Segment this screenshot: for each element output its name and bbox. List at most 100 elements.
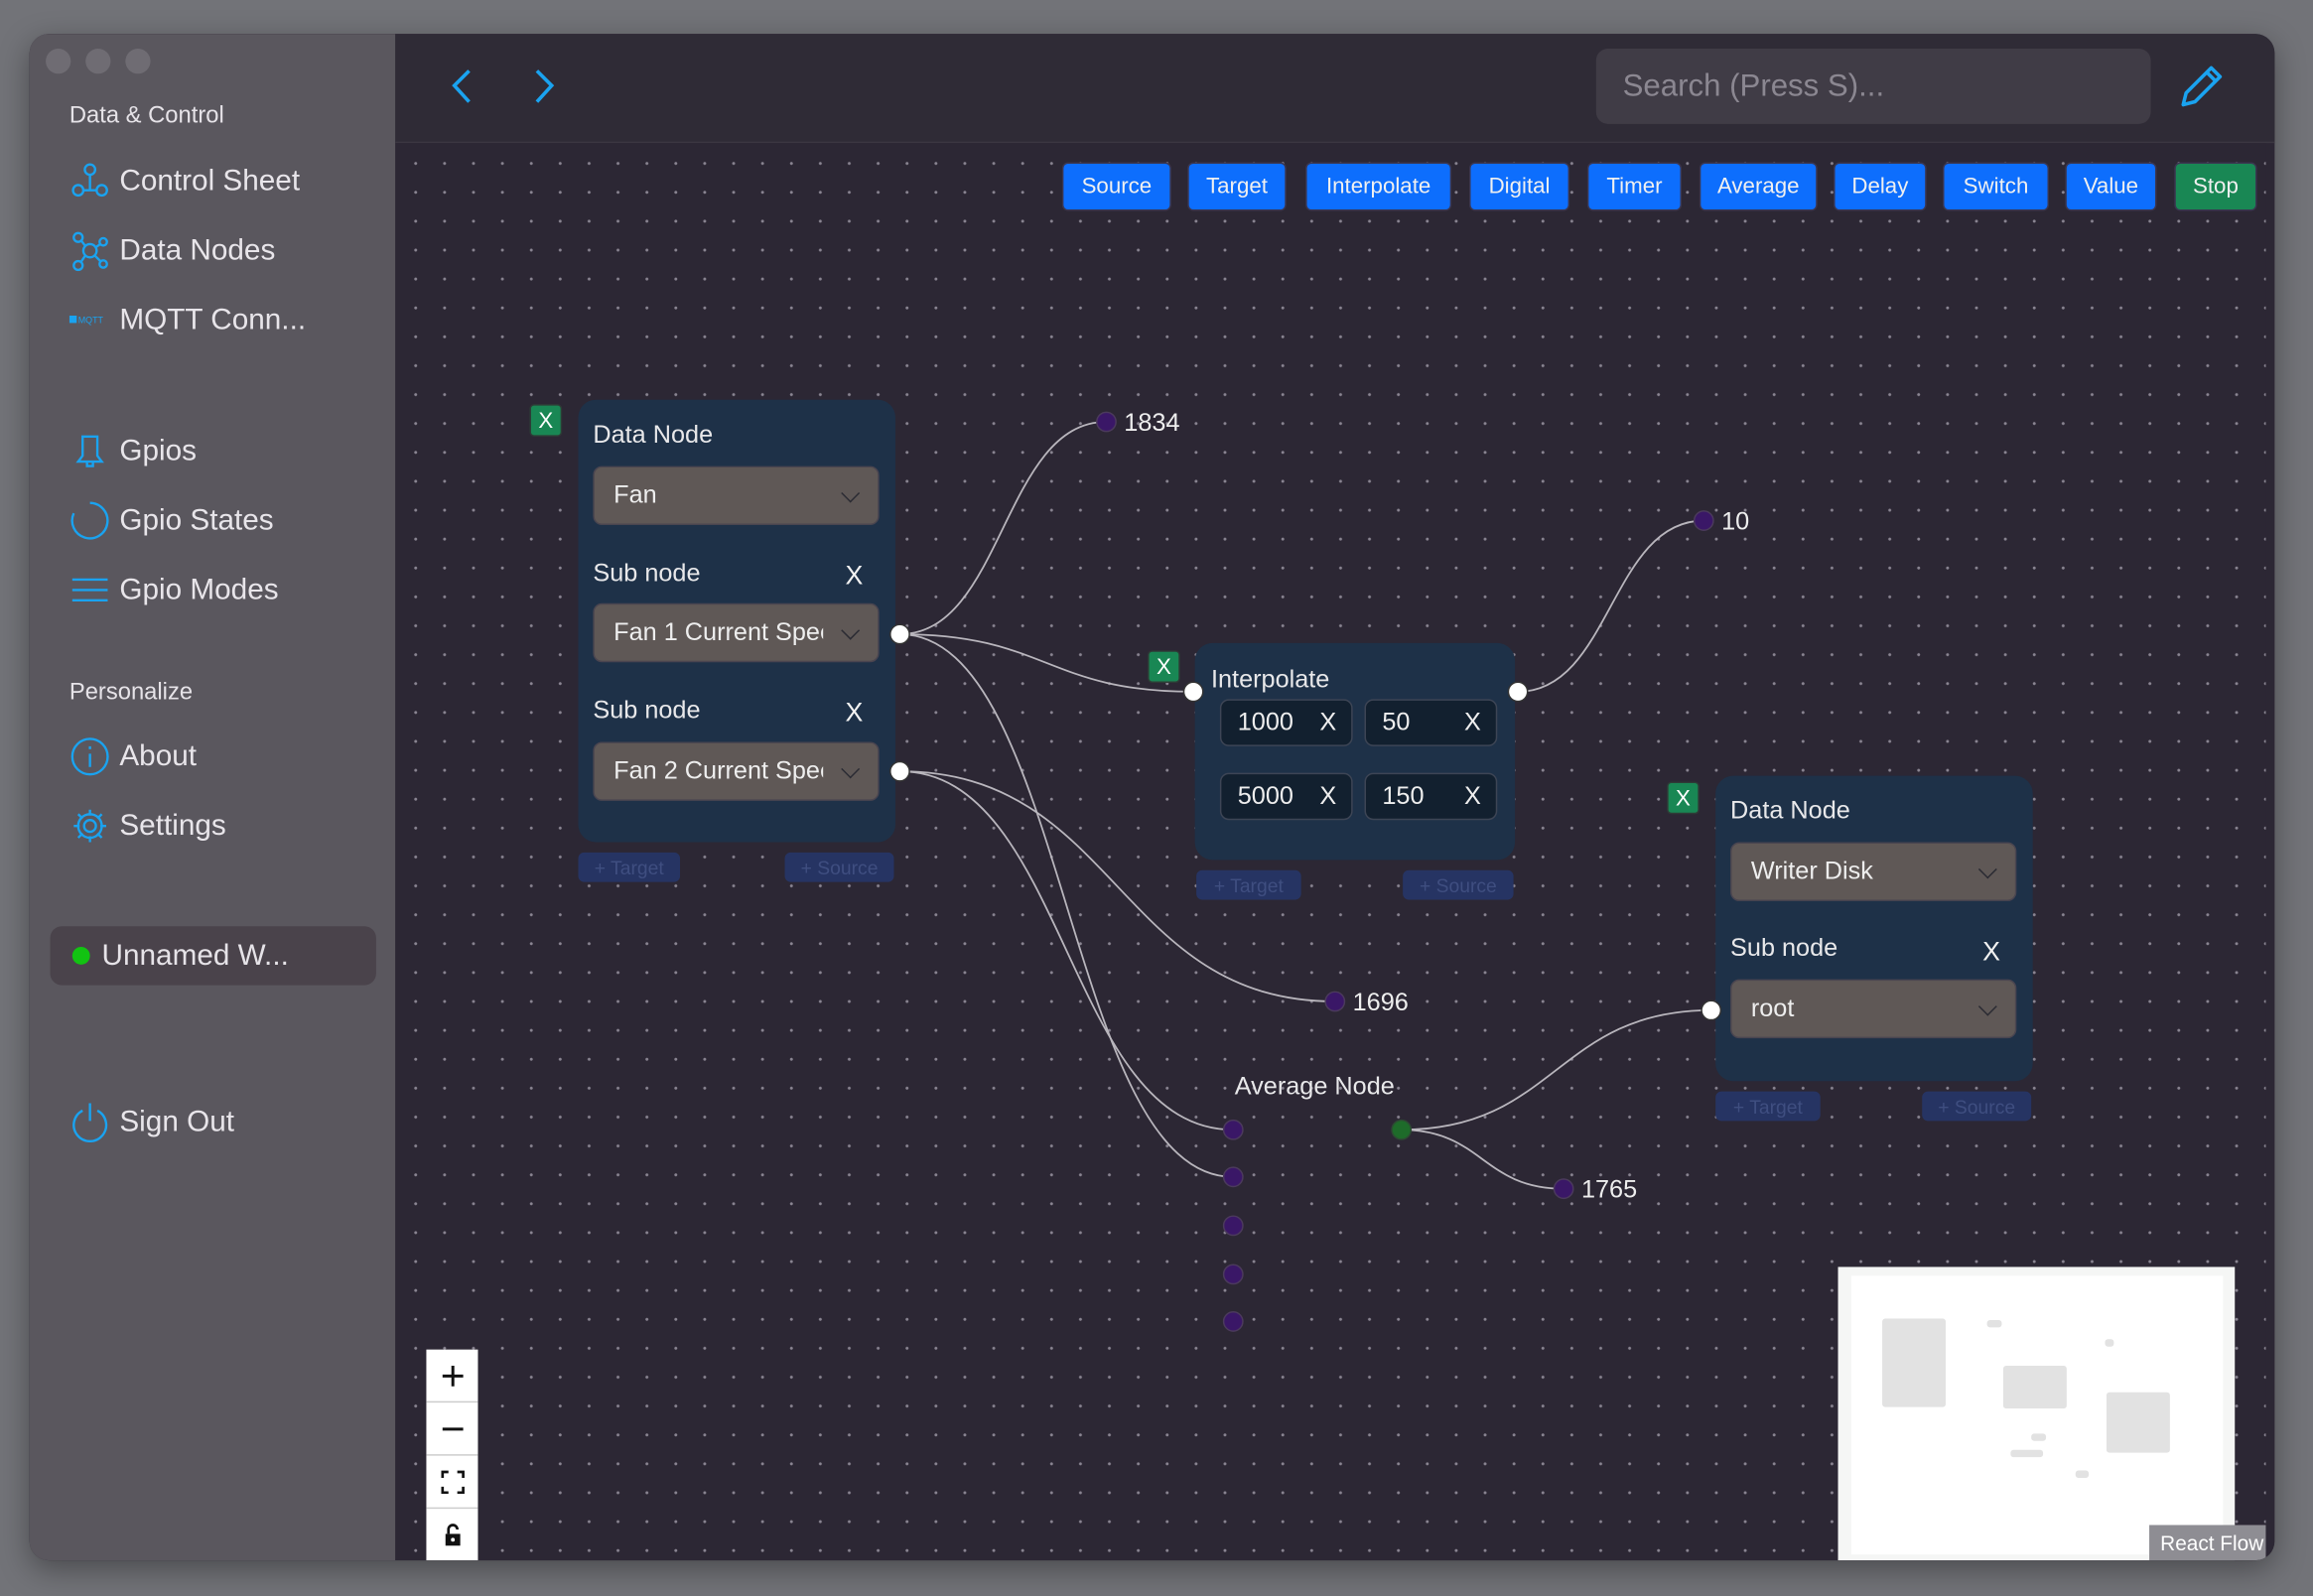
back-arrow-icon[interactable] xyxy=(449,66,478,108)
source-handle[interactable] xyxy=(1507,681,1529,703)
value-handle[interactable] xyxy=(1324,991,1346,1012)
chevron-down-icon xyxy=(1977,997,1997,1016)
interpolate-node[interactable]: Interpolate 1000 X 50 X 5000 X 150 X xyxy=(1194,642,1516,861)
average-input-handle[interactable] xyxy=(1222,1119,1244,1140)
add-target-badge[interactable]: + Target xyxy=(1196,869,1301,900)
fit-view-button[interactable] xyxy=(426,1456,478,1510)
add-target-badge[interactable]: + Target xyxy=(1715,1091,1821,1122)
remove-sub-node-button[interactable]: X xyxy=(845,698,863,729)
status-dot xyxy=(71,946,90,965)
window-minimize-button[interactable] xyxy=(85,49,111,74)
clear-button[interactable]: X xyxy=(1319,782,1336,812)
react-flow-attribution[interactable]: React Flow xyxy=(2149,1525,2266,1561)
clear-button[interactable]: X xyxy=(1464,782,1481,812)
zoom-in-button[interactable] xyxy=(426,1350,478,1403)
remove-sub-node-button[interactable]: X xyxy=(1982,937,2000,968)
sidebar-item-control-sheet[interactable]: Control Sheet xyxy=(69,159,300,203)
remove-sub-node-button[interactable]: X xyxy=(845,561,863,592)
window-close-button[interactable] xyxy=(46,49,71,74)
zoom-out-button[interactable] xyxy=(426,1402,478,1456)
value-handle[interactable] xyxy=(1693,510,1714,531)
add-source-badge[interactable]: + Source xyxy=(1403,869,1514,900)
add-average-button[interactable]: Average xyxy=(1699,162,1818,211)
input-value: 150 xyxy=(1382,781,1425,810)
clear-button[interactable]: X xyxy=(1319,708,1336,737)
sidebar-item-about[interactable]: About xyxy=(69,734,197,779)
value-handle[interactable] xyxy=(1096,411,1117,433)
sidebar-item-gpio-modes[interactable]: Gpio Modes xyxy=(69,568,279,612)
average-input-handle[interactable] xyxy=(1222,1215,1244,1237)
sub-node-select[interactable]: Fan 1 Current Speed xyxy=(593,602,880,663)
stop-button[interactable]: Stop xyxy=(2174,162,2257,211)
data-node-fan[interactable]: Data Node Fan Sub node X Fan 1 Current S… xyxy=(578,399,895,843)
add-source-badge[interactable]: + Source xyxy=(1922,1091,2032,1122)
clear-button[interactable]: X xyxy=(1464,708,1481,737)
average-output-handle[interactable] xyxy=(1391,1119,1413,1140)
sidebar-item-gpio-states[interactable]: Gpio States xyxy=(69,498,274,543)
sub-node-label: Sub node xyxy=(593,696,701,725)
sub-node-select[interactable]: Fan 2 Current Speed xyxy=(593,741,880,801)
edge[interactable] xyxy=(1401,1008,1711,1131)
minimap-node xyxy=(2075,1470,2090,1478)
add-source-badge[interactable]: + Source xyxy=(784,852,894,882)
bell-icon xyxy=(75,435,104,467)
add-switch-button[interactable]: Switch xyxy=(1943,162,2050,211)
mqtt-icon: MQTT xyxy=(68,315,104,325)
workspace-label: Unnamed W... xyxy=(101,938,289,972)
pencil-icon[interactable] xyxy=(2174,61,2227,113)
toggle-interactivity-button[interactable] xyxy=(426,1509,477,1560)
target-handle[interactable] xyxy=(1182,681,1204,703)
add-value-button[interactable]: Value xyxy=(2065,162,2157,211)
search-input[interactable] xyxy=(1595,49,2151,124)
add-digital-button[interactable]: Digital xyxy=(1469,162,1570,211)
add-interpolate-button[interactable]: Interpolate xyxy=(1305,162,1452,211)
edge[interactable] xyxy=(899,421,1107,635)
delete-node-button[interactable]: X xyxy=(529,404,563,437)
data-node-writer-disk[interactable]: Data Node Writer Disk Sub node X root xyxy=(1715,775,2033,1082)
interpolate-input[interactable]: 1000 X xyxy=(1219,699,1353,746)
sidebar-item-label: Control Sheet xyxy=(119,164,301,198)
interpolate-input[interactable]: 150 X xyxy=(1364,772,1498,821)
flow-canvas[interactable]: Source Target Interpolate Digital Timer … xyxy=(395,143,2266,1561)
source-handle[interactable] xyxy=(889,623,910,645)
value-handle[interactable] xyxy=(1553,1178,1574,1200)
edge[interactable] xyxy=(899,770,1234,1131)
interpolate-input[interactable]: 5000 X xyxy=(1219,772,1353,821)
sidebar-item-data-nodes[interactable]: Data Nodes xyxy=(69,228,275,273)
select-value: Fan xyxy=(613,480,657,509)
edge[interactable] xyxy=(1518,519,1704,693)
add-source-button[interactable]: Source xyxy=(1061,162,1171,211)
add-delay-button[interactable]: Delay xyxy=(1834,162,1927,211)
value-label: 1696 xyxy=(1352,988,1409,1016)
select-value: Fan 2 Current Speed xyxy=(613,756,823,785)
node-select[interactable]: Writer Disk xyxy=(1730,842,2017,901)
sidebar-item-gpios[interactable]: Gpios xyxy=(69,429,197,473)
average-input-handle[interactable] xyxy=(1222,1166,1244,1188)
delete-node-button[interactable]: X xyxy=(1148,650,1180,684)
average-input-handle[interactable] xyxy=(1222,1264,1244,1285)
window-zoom-button[interactable] xyxy=(125,49,151,74)
node-select[interactable]: Fan xyxy=(593,466,880,526)
minimap[interactable] xyxy=(1837,1266,2236,1561)
value-label: 10 xyxy=(1721,507,1750,536)
node-title: Interpolate xyxy=(1210,665,1330,694)
workspace-selector[interactable]: Unnamed W... xyxy=(50,926,376,986)
edge[interactable] xyxy=(1401,1129,1565,1190)
source-handle[interactable] xyxy=(889,760,910,782)
average-input-handle[interactable] xyxy=(1222,1311,1244,1332)
forward-arrow-icon[interactable] xyxy=(528,66,558,108)
edge[interactable] xyxy=(899,633,1234,1178)
sub-node-select[interactable]: root xyxy=(1730,979,2017,1039)
circle-icon xyxy=(70,501,109,540)
add-target-badge[interactable]: + Target xyxy=(578,852,681,882)
sign-out-button[interactable]: Sign Out xyxy=(69,1101,234,1145)
input-value: 5000 xyxy=(1237,781,1293,810)
add-target-button[interactable]: Target xyxy=(1187,162,1287,211)
interpolate-input[interactable]: 50 X xyxy=(1364,699,1498,746)
target-handle[interactable] xyxy=(1701,999,1722,1021)
add-timer-button[interactable]: Timer xyxy=(1586,162,1683,211)
sidebar-item-settings[interactable]: Settings xyxy=(69,804,226,849)
delete-node-button[interactable]: X xyxy=(1667,781,1700,815)
minimap-node xyxy=(1986,1319,2002,1328)
sidebar-item-mqtt[interactable]: MQTT MQTT Conn... xyxy=(68,298,306,342)
